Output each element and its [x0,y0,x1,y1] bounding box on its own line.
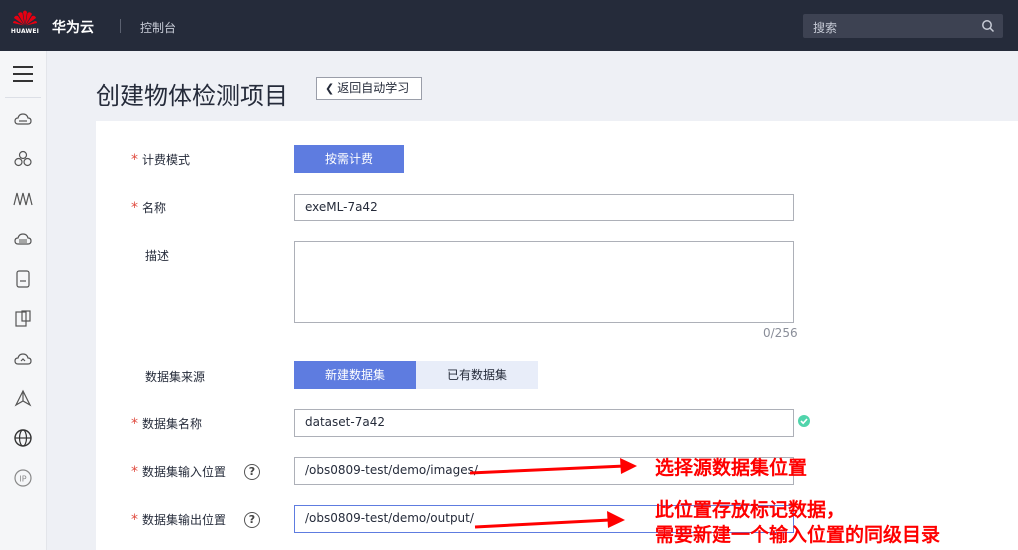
cluster-icon[interactable] [13,149,33,169]
cloud-server-icon[interactable] [13,110,33,130]
document-icon[interactable] [13,309,33,329]
billing-pay-per-use-button[interactable]: 按需计费 [294,145,404,173]
output-location-help-icon[interactable]: ? [244,512,260,528]
chevron-left-icon: ❮ [325,82,335,95]
brand-name[interactable]: 华为云 [52,17,94,37]
output-location-annotation-line1: 此位置存放标记数据， [655,499,846,521]
output-location-label: * 数据集输出位置 [131,511,226,528]
name-input[interactable]: exeML-7a42 [294,194,794,221]
cloud-icon[interactable] [13,349,33,369]
back-button-label: 返回自动学习 [337,81,410,95]
input-location-label: * 数据集输入位置 [131,463,226,480]
valid-check-icon [798,415,810,427]
menu-icon[interactable] [13,66,33,84]
console-link[interactable]: 控制台 [140,19,176,36]
search-icon[interactable] [981,19,995,33]
dataset-name-label-text: 数据集名称 [142,417,203,431]
back-to-automl-button[interactable]: ❮ 返回自动学习 [316,77,422,100]
required-star: * [131,152,138,168]
output-location-label-text: 数据集输出位置 [142,513,227,527]
top-navigation-bar: HUAWEI 华为云 控制台 搜索 [0,0,1018,51]
logo-text: HUAWEI [10,28,40,35]
billing-mode-label: * 计费模式 [131,151,190,168]
required-star: * [131,416,138,432]
input-location-label-text: 数据集输入位置 [142,465,227,479]
output-location-annotation-line2: 需要新建一个输入位置的同级目录 [655,524,941,546]
database-icon[interactable] [13,269,33,289]
description-char-counter: 0/256 [763,326,798,340]
dataset-name-label: * 数据集名称 [131,415,202,432]
network-icon[interactable] [13,189,33,209]
required-star: * [131,200,138,216]
huawei-logo[interactable]: HUAWEI [10,8,40,44]
new-dataset-option[interactable]: 新建数据集 [294,361,416,389]
dataset-source-label: 数据集来源 [145,370,206,384]
huawei-petals-icon [13,10,37,26]
topbar-divider [120,19,121,33]
search-input[interactable]: 搜索 [803,14,1003,38]
service-sidebar: IP [0,51,47,550]
required-star: * [131,512,138,528]
dataset-name-input[interactable]: dataset-7a42 [294,409,794,437]
required-star: * [131,464,138,480]
globe-icon[interactable] [13,428,33,448]
billing-mode-label-text: 计费模式 [142,153,191,167]
sidebar-divider [5,97,41,98]
description-label: 描述 [145,249,170,263]
create-project-form [96,121,1018,550]
search-placeholder: 搜索 [813,21,838,35]
ip-icon[interactable]: IP [13,468,33,488]
storage-icon[interactable] [13,229,33,249]
page-title: 创建物体检测项目 [96,82,288,110]
description-textarea[interactable] [294,241,794,323]
input-location-help-icon[interactable]: ? [244,464,260,480]
name-label: * 名称 [131,199,166,216]
existing-dataset-option[interactable]: 已有数据集 [416,361,538,389]
svg-text:IP: IP [19,475,26,484]
input-location-annotation: 选择源数据集位置 [655,457,808,479]
ai-icon[interactable] [13,389,33,409]
name-label-text: 名称 [142,201,167,215]
